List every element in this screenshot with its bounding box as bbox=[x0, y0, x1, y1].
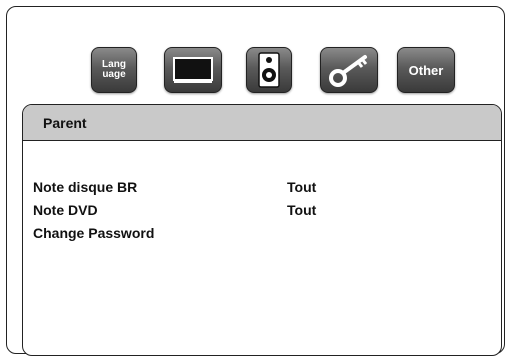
language-tab-label: Lang uage bbox=[102, 59, 126, 80]
menu-item-label: Note disque BR bbox=[33, 179, 138, 195]
menu-item-note-disque-br[interactable]: Note disque BR Tout bbox=[33, 179, 316, 195]
panel-title: Parent bbox=[43, 114, 87, 131]
language-tab[interactable]: Lang uage bbox=[91, 47, 137, 93]
parental-tab[interactable] bbox=[320, 47, 378, 93]
menu-item-value: Tout bbox=[287, 202, 317, 218]
speaker-icon bbox=[258, 52, 280, 88]
panel-header: Parent bbox=[23, 105, 501, 141]
other-tab-label: Other bbox=[408, 62, 444, 78]
display-tab[interactable] bbox=[164, 47, 222, 93]
audio-tab[interactable] bbox=[246, 47, 292, 93]
display-icon bbox=[173, 57, 213, 83]
menu-item-label: Note DVD bbox=[33, 202, 98, 218]
parent-panel: Parent Note disque BR Tout Note DVD Tout… bbox=[22, 104, 502, 356]
menu-item-change-password[interactable]: Change Password bbox=[33, 225, 154, 241]
menu-item-value: Tout bbox=[287, 179, 317, 195]
menu-item-label: Change Password bbox=[33, 225, 155, 241]
other-tab[interactable]: Other bbox=[397, 47, 455, 93]
menu-item-note-dvd[interactable]: Note DVD Tout bbox=[33, 202, 316, 218]
key-icon bbox=[329, 55, 368, 87]
